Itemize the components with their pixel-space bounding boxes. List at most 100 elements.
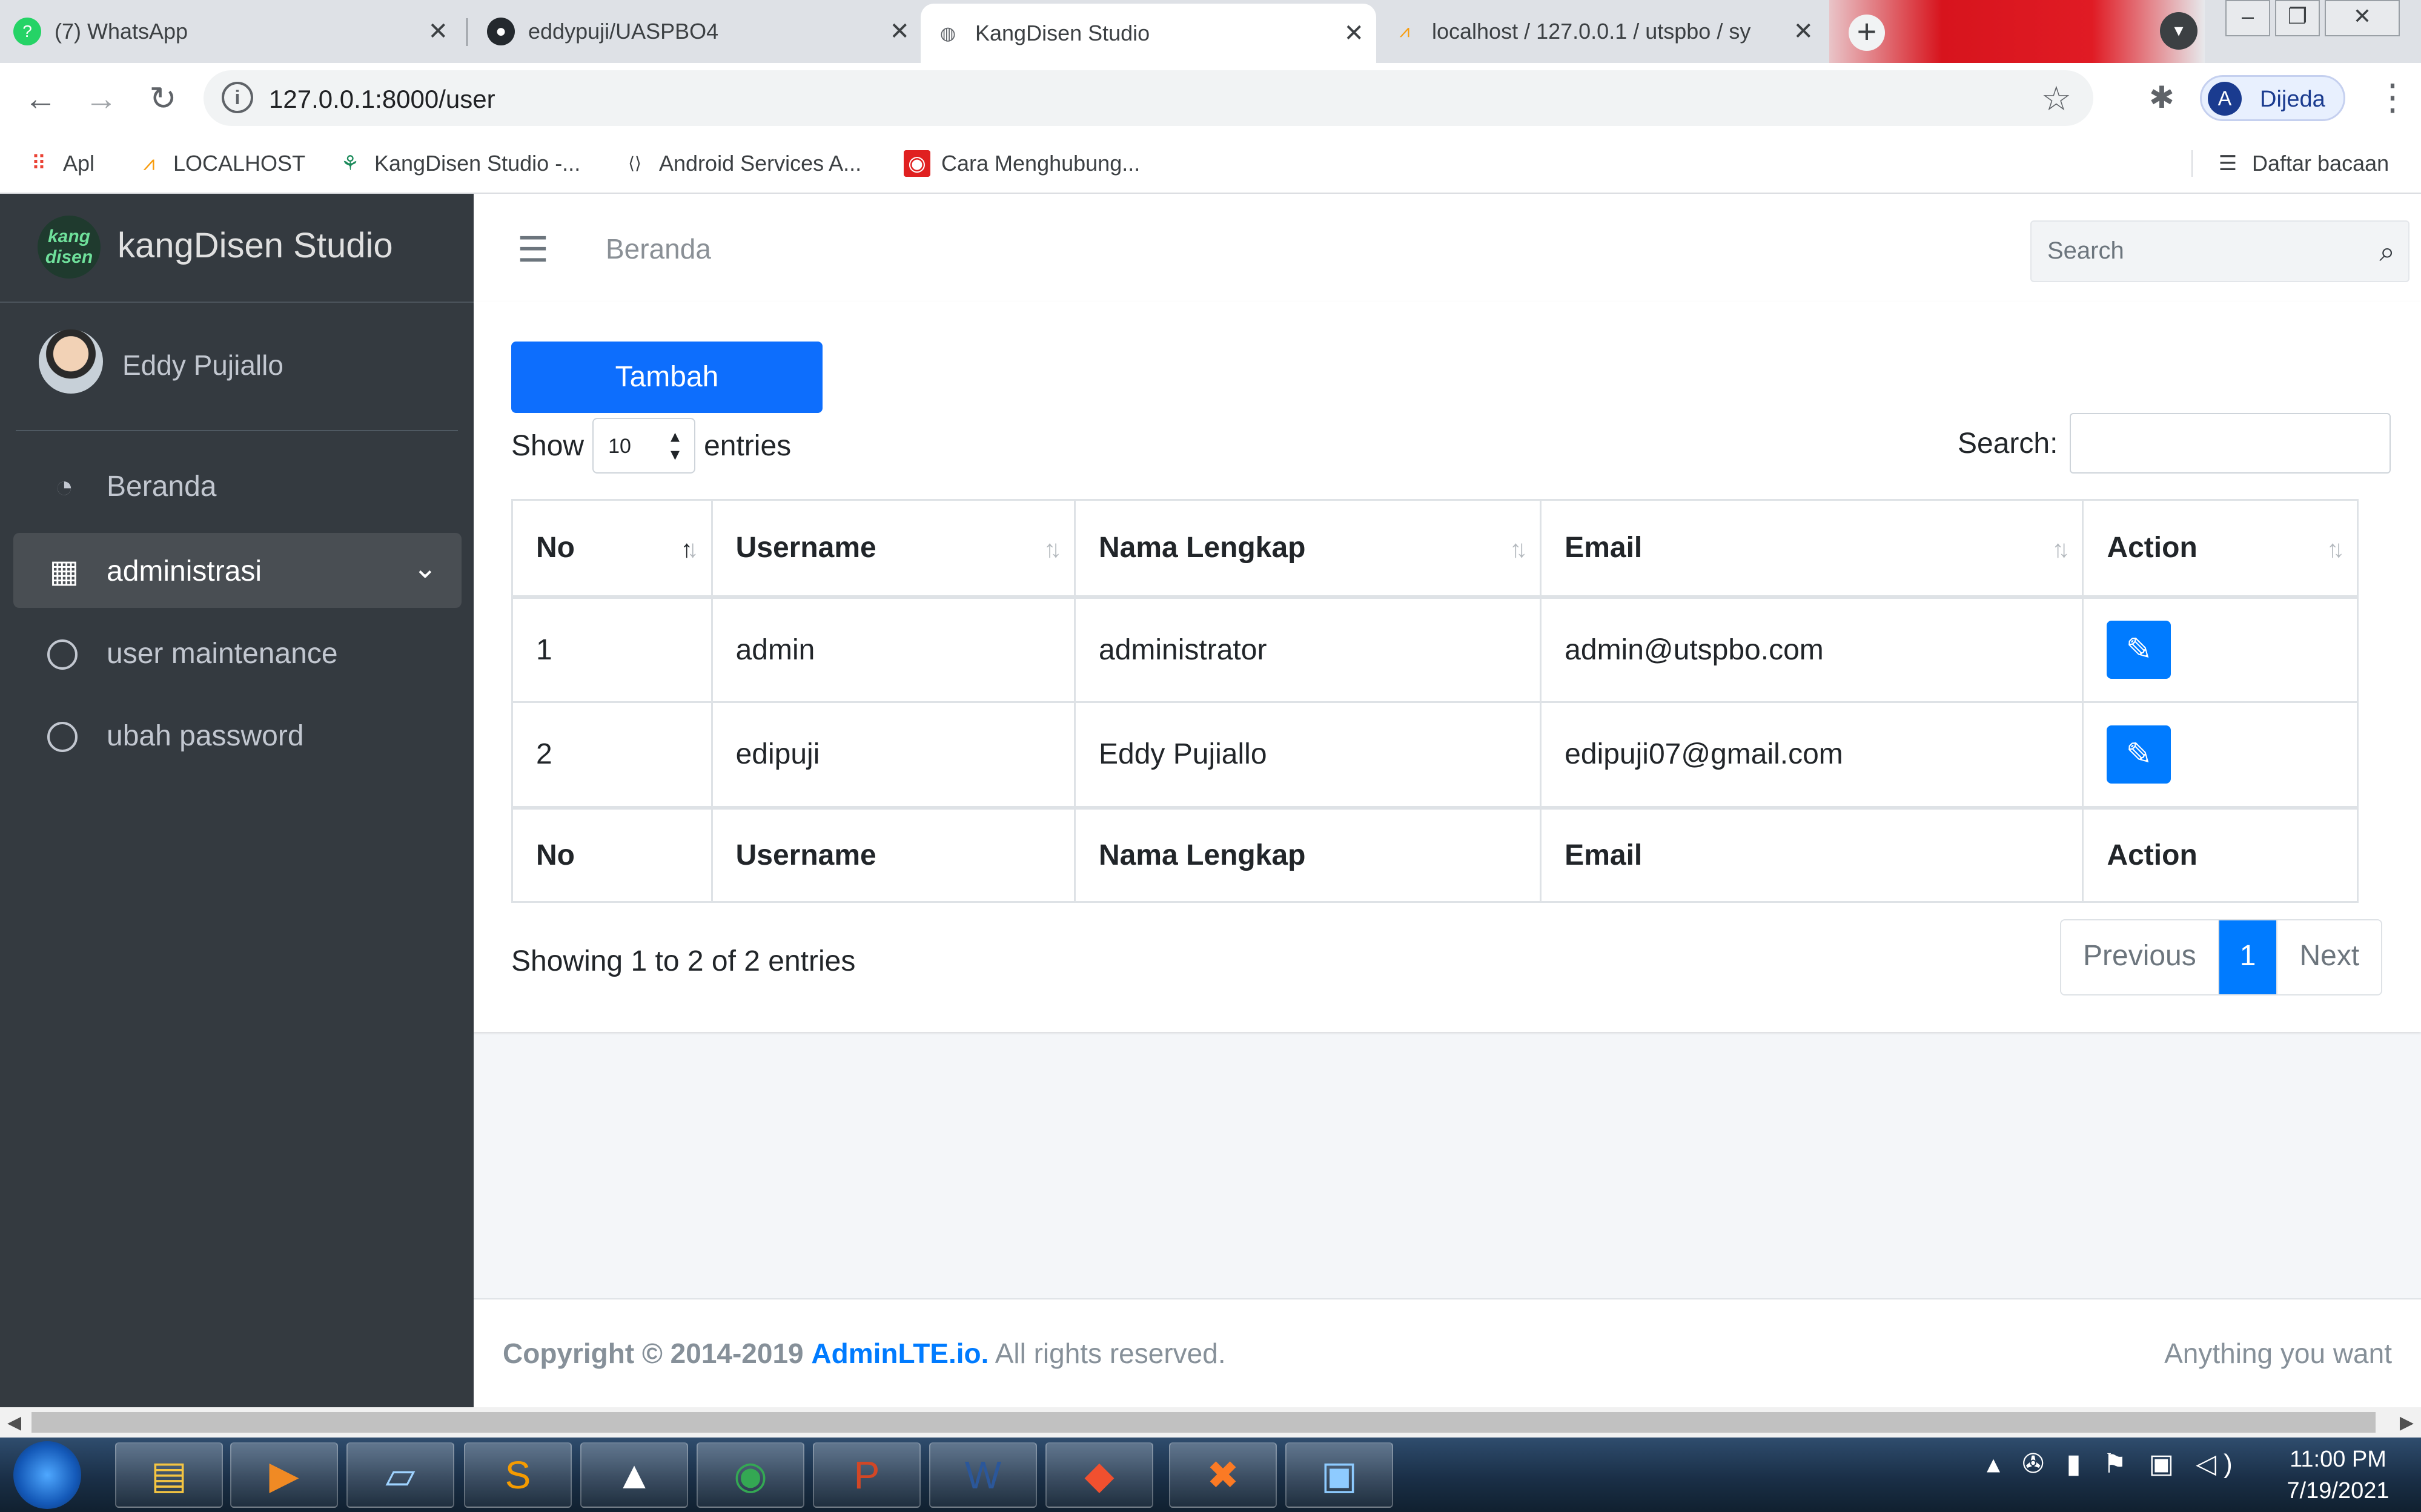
media-player-icon[interactable]: ▶	[230, 1442, 338, 1508]
forward-icon[interactable]: →	[80, 78, 122, 120]
scrollbar-thumb[interactable]	[31, 1412, 2376, 1433]
bookmarks-bar: ⠿ Apl ⩘ LOCALHOST ⚘ KangDisen Studio -..…	[0, 133, 2421, 194]
sidebar-item-beranda[interactable]: ◔ Beranda	[13, 448, 462, 523]
git-icon[interactable]: ◆	[1045, 1442, 1153, 1508]
table-header-row: No ↑↓ Username ↑↓ Nama Lengkap ↑↓ Email ↑↓ A…	[511, 499, 2359, 599]
bookmark-kangdisen[interactable]: ⚘ KangDisen Studio -...	[337, 150, 580, 177]
menu-toggle-icon[interactable]: ☰	[517, 229, 549, 270]
table-info: Showing 1 to 2 of 2 entries	[511, 945, 856, 977]
sort-icon: ↑↓	[2327, 536, 2345, 563]
sidebar-item-ubah-password[interactable]: ubah password	[13, 698, 462, 773]
show-label: Show	[511, 429, 585, 462]
start-button[interactable]	[13, 1441, 81, 1509]
close-icon[interactable]: ✕	[889, 18, 910, 45]
pagination: Previous 1 Next	[2060, 919, 2383, 995]
footer-nama-lengkap: Nama Lengkap	[1074, 805, 1542, 903]
sidebar-item-user-maintenance[interactable]: user maintenance	[13, 615, 462, 690]
tab-phpmyadmin[interactable]: ⩘ localhost / 127.0.0.1 / utspbo / sy ✕	[1377, 0, 1826, 63]
browser-menu-icon[interactable]: ⋮	[2374, 76, 2411, 119]
column-header-no[interactable]: No ↑↓	[511, 499, 713, 599]
cell-action: ✎	[2082, 701, 2359, 808]
tab-whatsapp[interactable]: ? (7) WhatsApp ✕	[0, 0, 460, 63]
pagination-page-1[interactable]: 1	[2217, 920, 2277, 994]
taskbar-clock[interactable]: 11:00 PM 7/19/2021	[2265, 1444, 2411, 1507]
column-header-email[interactable]: Email ↑↓	[1540, 499, 2084, 599]
chrome-icon[interactable]: ◉	[697, 1442, 804, 1508]
bookmark-localhost[interactable]: ⩘ LOCALHOST	[136, 150, 305, 177]
search-icon[interactable]: ⌕	[2379, 235, 2395, 269]
profile-button[interactable]: A Dijeda	[2200, 75, 2345, 121]
bookmark-label: Android Services A...	[659, 151, 862, 176]
navbar-search-input[interactable]: Search ⌕	[2030, 220, 2409, 282]
add-user-button[interactable]: Tambah	[511, 342, 823, 413]
pagination-next[interactable]: Next	[2276, 920, 2382, 994]
new-tab-button[interactable]: +	[1849, 15, 1885, 51]
table-search: Search:	[1958, 413, 2391, 474]
close-icon[interactable]: ✕	[1793, 18, 1813, 45]
edit-icon[interactable]: ✎	[2107, 725, 2171, 784]
tab-kangdisen[interactable]: ◍ KangDisen Studio ✕	[921, 4, 1376, 63]
close-window-button[interactable]: ✕	[2325, 0, 2400, 36]
bookmark-apps[interactable]: ⠿ Apl	[25, 150, 94, 177]
bookmark-label: Apl	[63, 151, 95, 176]
file-explorer-icon[interactable]: ▤	[115, 1442, 223, 1508]
entries-label: entries	[704, 429, 792, 462]
search-placeholder: Search	[2047, 237, 2124, 264]
main-footer: Copyright © 2014-2019 AdminLTE.io. All r…	[474, 1298, 2421, 1408]
tab-title: eddypuji/UASPBO4	[528, 19, 719, 44]
bookmark-android[interactable]: ⟨⟩ Android Services A...	[621, 150, 861, 177]
table-search-input[interactable]	[2070, 413, 2391, 474]
cell-email: admin@utspbo.com	[1540, 596, 2084, 703]
horizontal-scrollbar[interactable]: ◀ ▶	[0, 1407, 2421, 1438]
tab-github[interactable]: ● eddypuji/UASPBO4 ✕	[474, 0, 922, 63]
grid-icon: ▦	[49, 554, 79, 589]
nav-link-beranda[interactable]: Beranda	[606, 233, 711, 265]
pagination-previous[interactable]: Previous	[2061, 920, 2218, 994]
back-icon[interactable]: ←	[19, 78, 62, 120]
cell-username: edipuji	[710, 701, 1076, 808]
sort-icon: ↑↓	[1044, 536, 1062, 563]
powerpoint-icon[interactable]: P	[813, 1442, 921, 1508]
close-icon[interactable]: ✕	[1343, 19, 1364, 47]
bookmark-star-icon[interactable]: ☆	[2041, 79, 2072, 119]
user-panel[interactable]: Eddy Pujiallo	[16, 323, 458, 431]
extensions-icon[interactable]: ✱	[2149, 80, 2174, 115]
site-info-icon[interactable]: i	[222, 82, 253, 113]
user-name[interactable]: Eddy Pujiallo	[122, 349, 283, 381]
cell-username: admin	[710, 596, 1076, 703]
scroll-left-icon[interactable]: ◀	[7, 1412, 21, 1433]
page-length-select[interactable]: 10 ▴ ▾	[592, 418, 696, 474]
brand-link[interactable]: kang disen kangDisen Studio	[0, 194, 474, 303]
xampp-icon[interactable]: ✖	[1169, 1442, 1277, 1508]
column-header-nama-lengkap[interactable]: Nama Lengkap ↑↓	[1074, 499, 1542, 599]
tab-search-icon[interactable]: ▾	[2160, 12, 2197, 50]
column-header-action[interactable]: Action ↑↓	[2082, 499, 2359, 599]
notepad-icon[interactable]: ▱	[346, 1442, 454, 1508]
reload-icon[interactable]: ↻	[142, 78, 184, 120]
clock-time: 11:00 PM	[2290, 1447, 2386, 1472]
url-text[interactable]: 127.0.0.1:8000/user	[269, 85, 495, 114]
footer-username: Username	[710, 805, 1076, 903]
reading-list[interactable]: ☰ Daftar bacaan	[2191, 150, 2389, 177]
sidebar-item-administrasi[interactable]: ▦ administrasi ⌄	[13, 533, 462, 608]
column-header-username[interactable]: Username ↑↓	[710, 499, 1076, 599]
sort-icon: ↑↓	[2052, 536, 2070, 563]
maximize-button[interactable]: ❐	[2275, 0, 2320, 36]
inkscape-icon[interactable]: ▲	[580, 1442, 688, 1508]
users-table: No ↑↓ Username ↑↓ Nama Lengkap ↑↓ Email ↑↓ A…	[511, 499, 2359, 903]
user-card: Tambah Show 10 ▴ ▾ entries Search: No ↑↓ U…	[474, 302, 2421, 1032]
adminlte-link[interactable]: AdminLTE.io.	[811, 1338, 989, 1369]
address-bar[interactable]: i 127.0.0.1:8000/user ☆	[204, 70, 2093, 126]
brand-text: kangDisen Studio	[118, 226, 393, 265]
word-icon[interactable]: W	[929, 1442, 1037, 1508]
photo-viewer-icon[interactable]: ▣	[1285, 1442, 1393, 1508]
scroll-right-icon[interactable]: ▶	[2400, 1412, 2414, 1433]
close-icon[interactable]: ✕	[428, 18, 448, 45]
edit-icon[interactable]: ✎	[2107, 621, 2171, 679]
clock-date: 7/19/2021	[2287, 1478, 2390, 1504]
sublime-icon[interactable]: S	[464, 1442, 572, 1508]
minimize-button[interactable]: –	[2225, 0, 2270, 36]
cell-no: 2	[511, 701, 713, 808]
system-tray[interactable]: ▴ ✇ ▮ ⚑ ▣ ◁)	[1987, 1448, 2240, 1479]
bookmark-cara[interactable]: ◉ Cara Menghubung...	[904, 150, 1140, 177]
